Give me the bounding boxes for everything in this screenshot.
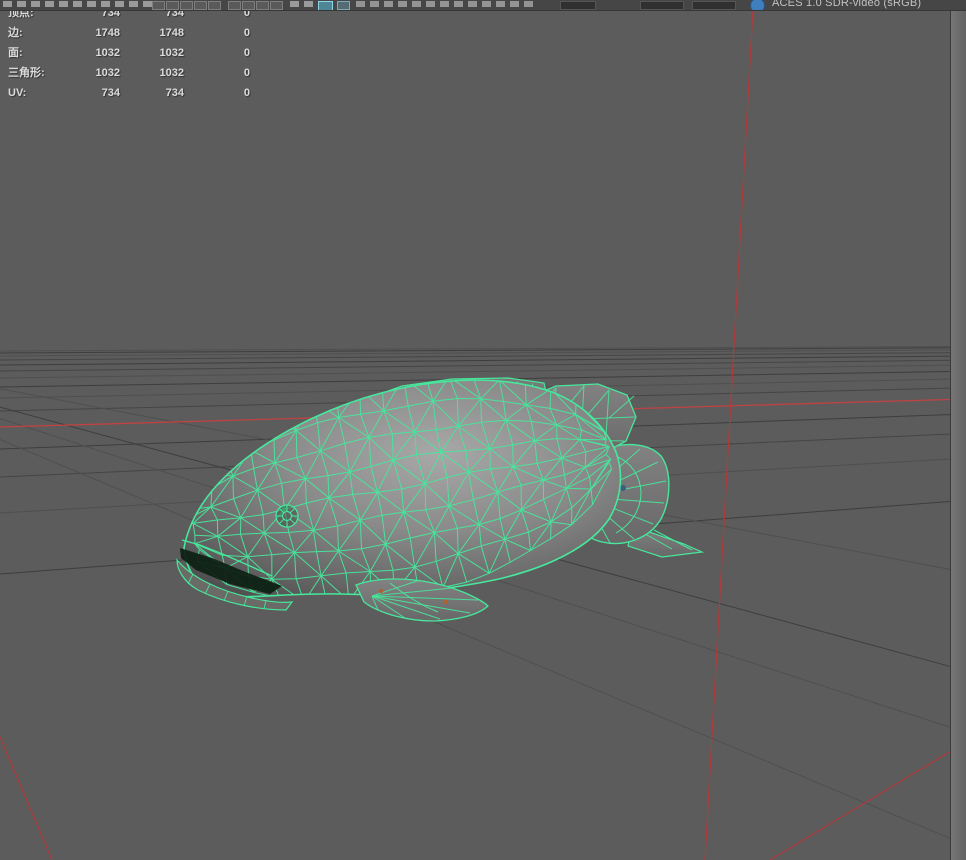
toolbar-field[interactable] — [692, 1, 736, 10]
toolbar-icon[interactable] — [290, 1, 299, 7]
toolbar-field[interactable] — [560, 1, 596, 10]
grid-line — [0, 359, 966, 372]
toolbar-icon[interactable] — [45, 1, 54, 7]
toolbar-icon[interactable] — [454, 1, 463, 7]
toolbar-icon[interactable] — [180, 1, 193, 10]
toolbar-icon[interactable] — [440, 1, 449, 7]
toolbar-icon[interactable] — [468, 1, 477, 7]
mesh-line — [188, 471, 206, 492]
toolbar-icon[interactable] — [524, 1, 533, 7]
toolbar-icon[interactable] — [73, 1, 82, 7]
grid-line — [0, 355, 966, 366]
hud-value: 0 — [243, 87, 250, 99]
hud-value: 0 — [243, 27, 250, 39]
toolbar-icon[interactable] — [398, 1, 407, 7]
mesh-line — [224, 440, 251, 451]
hud-label: 边: — [8, 27, 23, 39]
axis-line-z-far — [769, 750, 952, 860]
panel-splitter[interactable] — [950, 10, 966, 860]
toolbar-icon[interactable] — [482, 1, 491, 7]
grid-line — [0, 352, 966, 361]
hud-label: 面: — [8, 47, 23, 59]
color-management-icon[interactable] — [750, 0, 765, 10]
hud-value: 1032 — [95, 47, 120, 59]
toolbar-icon[interactable] — [17, 1, 26, 7]
toolbar-icon[interactable] — [143, 1, 152, 7]
toolbar-icon[interactable] — [3, 1, 12, 7]
hud-value: 1748 — [95, 27, 120, 39]
toolbar-icon[interactable] — [59, 1, 68, 7]
marker-dot-orange — [443, 599, 449, 605]
hud-value: 0 — [243, 67, 250, 79]
hud-row-triangles: 三角形: 1032 1032 0 — [0, 63, 250, 83]
color-management-label: ACES 1.0 SDR-video (sRGB) — [772, 0, 922, 9]
hud-value: 1748 — [159, 27, 184, 39]
toolbar-icon[interactable] — [337, 1, 350, 10]
toolbar-icon[interactable] — [152, 1, 165, 10]
toolbar-icon[interactable] — [228, 1, 241, 10]
toolbar-field[interactable] — [640, 1, 684, 10]
toolbar-icon[interactable] — [384, 1, 393, 7]
toolbar-icon[interactable] — [426, 1, 435, 7]
hud-label: UV: — [8, 87, 27, 99]
toolbar-icon[interactable] — [87, 1, 96, 7]
hud-value: 0 — [243, 47, 250, 59]
grid-line — [0, 364, 966, 379]
poly-count-hud: 顶点: 734 734 0 边: 1748 1748 0 面: 1032 103… — [0, 3, 250, 103]
toolbar-icon[interactable] — [101, 1, 110, 7]
hud-value: 734 — [165, 87, 184, 99]
viewport-3d[interactable] — [0, 0, 966, 860]
fish-eye — [275, 504, 299, 528]
hud-value: 1032 — [159, 67, 184, 79]
marker-dot-orange — [378, 588, 384, 594]
axis-line-y — [704, 8, 754, 860]
toolbar-icon[interactable] — [115, 1, 124, 7]
hud-value: 1032 — [95, 67, 120, 79]
toolbar-icon[interactable] — [510, 1, 519, 7]
toolbar-icon[interactable] — [304, 1, 313, 7]
axis-line-z-near — [0, 736, 53, 860]
status-line-toolbar[interactable]: ACES 1.0 SDR-video (sRGB) — [0, 0, 966, 11]
toolbar-icon[interactable] — [412, 1, 421, 7]
toolbar-icon[interactable] — [356, 1, 365, 7]
hud-label: 三角形: — [8, 67, 45, 79]
toolbar-icon[interactable] — [166, 1, 179, 10]
toolbar-icon[interactable] — [31, 1, 40, 7]
toolbar-icon[interactable] — [256, 1, 269, 10]
hud-value: 1032 — [159, 47, 184, 59]
toolbar-icon[interactable] — [208, 1, 221, 10]
tail-marker-dot — [620, 485, 626, 491]
hud-row-edges: 边: 1748 1748 0 — [0, 23, 250, 43]
toolbar-icon[interactable] — [496, 1, 505, 7]
hud-row-faces: 面: 1032 1032 0 — [0, 43, 250, 63]
toolbar-icon-active[interactable] — [318, 1, 333, 10]
toolbar-icon[interactable] — [270, 1, 283, 10]
fish-model[interactable] — [176, 376, 705, 622]
toolbar-icon[interactable] — [242, 1, 255, 10]
toolbar-icon[interactable] — [129, 1, 138, 7]
hud-value: 734 — [101, 87, 120, 99]
mesh-line — [566, 487, 592, 490]
toolbar-icon[interactable] — [194, 1, 207, 10]
toolbar-icon[interactable] — [370, 1, 379, 7]
hud-row-uvs: UV: 734 734 0 — [0, 83, 250, 103]
